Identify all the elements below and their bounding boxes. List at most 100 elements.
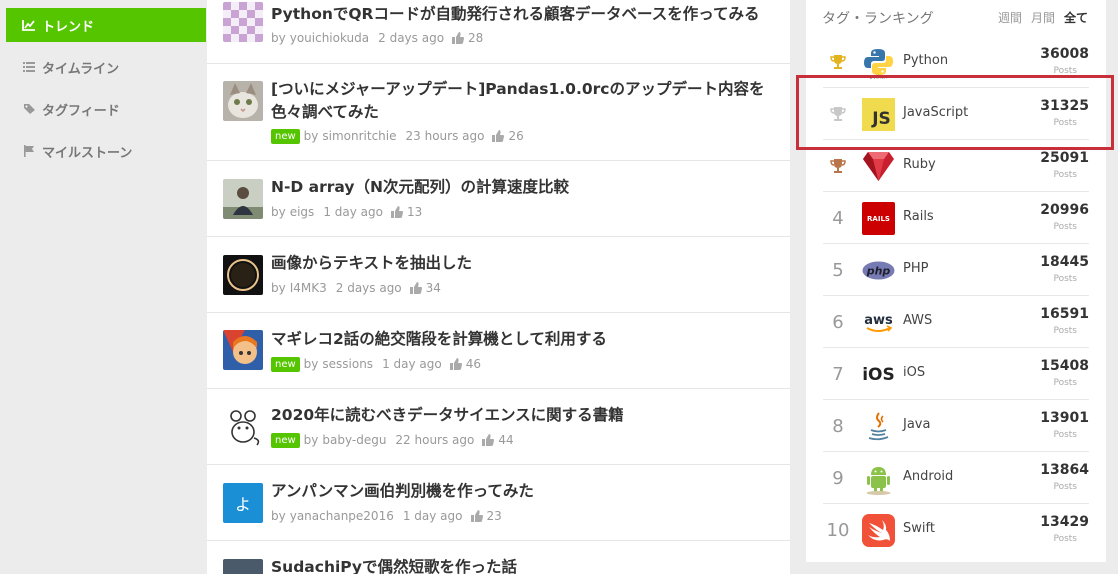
ranking-row[interactable]: 8 Java 13901 Posts xyxy=(823,400,1089,452)
swift-logo xyxy=(862,514,895,547)
aws-logo: aws xyxy=(862,306,895,339)
by-label: by xyxy=(271,205,286,219)
article-item[interactable]: よ アンパンマン画伯判別機を作ってみた by yanachanpe2016 1 … xyxy=(207,465,790,541)
nav-item-label: タイムライン xyxy=(42,61,120,77)
javascript-logo: JS xyxy=(862,98,895,131)
post-count: 25091 xyxy=(1040,150,1089,166)
rank-position: 8 xyxy=(832,415,844,437)
article-title[interactable]: PythonでQRコードが自動発行される顧客データベースを作ってみる xyxy=(271,3,771,26)
period-monthly[interactable]: 月間 xyxy=(1031,9,1055,26)
article-meta: new by sessions 1 day ago 46 xyxy=(271,356,481,372)
author-link[interactable]: I4MK3 xyxy=(290,281,327,295)
like-count: 34 xyxy=(425,281,441,295)
ranking-row[interactable]: JS JavaScript 31325 Posts xyxy=(823,88,1089,140)
post-unit: Posts xyxy=(1053,430,1077,440)
like-count: 46 xyxy=(465,357,481,371)
tag-name[interactable]: Ruby xyxy=(903,157,936,172)
nav-item-trend[interactable]: トレンド xyxy=(6,8,206,42)
thumbs-up-icon xyxy=(390,206,403,218)
author-link[interactable]: eigs xyxy=(290,205,315,219)
tag-name[interactable]: Android xyxy=(903,469,953,484)
tag-name[interactable]: Python xyxy=(903,53,948,68)
nav-item-tagfeed[interactable]: タグフィード xyxy=(6,92,206,126)
article-item[interactable]: SudachiPyで偶然短歌を作った話 xyxy=(207,541,790,574)
ranking-row[interactable]: 4 RAILS Rails 20996 Posts xyxy=(823,192,1089,244)
article-item[interactable]: 2020年に読むべきデータサイエンスに関する書籍 new by baby-deg… xyxy=(207,389,790,465)
by-label: by xyxy=(303,433,319,447)
thumbs-up-icon xyxy=(492,130,505,142)
author-avatar[interactable]: よ xyxy=(223,483,263,523)
tag-name[interactable]: Java xyxy=(903,417,930,432)
period-weekly[interactable]: 週間 xyxy=(998,9,1022,26)
ranking-row[interactable]: 9 Android 13864 Posts xyxy=(823,452,1089,504)
ranking-row[interactable]: Ruby 25091 Posts xyxy=(823,140,1089,192)
tag-name[interactable]: iOS xyxy=(903,365,925,380)
rank-position: 4 xyxy=(832,207,844,229)
post-unit: Posts xyxy=(1053,222,1077,232)
post-unit: Posts xyxy=(1053,482,1077,492)
author-link[interactable]: simonritchie xyxy=(322,129,396,143)
author-link[interactable]: sessions xyxy=(322,357,373,371)
ranking-row[interactable]: 5 php PHP 18445 Posts xyxy=(823,244,1089,296)
author-avatar[interactable] xyxy=(223,2,263,42)
post-count: 13901 xyxy=(1040,410,1089,426)
author-avatar[interactable] xyxy=(223,81,263,121)
article-title[interactable]: 2020年に読むべきデータサイエンスに関する書籍 xyxy=(271,404,771,427)
tag-name[interactable]: AWS xyxy=(903,313,932,328)
tag-name[interactable]: Swift xyxy=(903,521,935,536)
java-logo xyxy=(862,410,895,443)
ranking-row[interactable]: 7 iOS iOS 15408 Posts xyxy=(823,348,1089,400)
rails-logo: RAILS xyxy=(862,202,895,235)
ranking-row[interactable]: python Python 36008 Posts xyxy=(823,36,1089,88)
article-title[interactable]: [ついにメジャーアップデート]Pandas1.0.0rcのアップデート内容を色々… xyxy=(271,78,771,124)
article-feed: PythonでQRコードが自動発行される顧客データベースを作ってみる by yo… xyxy=(207,0,790,574)
nav-item-milestone[interactable]: マイルストーン xyxy=(6,134,206,168)
article-title[interactable]: N-D array（N次元配列）の計算速度比較 xyxy=(271,176,771,199)
author-link[interactable]: yanachanpe2016 xyxy=(290,509,394,523)
author-avatar[interactable] xyxy=(223,255,263,295)
tag-name[interactable]: PHP xyxy=(903,261,928,276)
thumbs-up-icon xyxy=(470,510,483,522)
article-item[interactable]: N-D array（N次元配列）の計算速度比較 by eigs 1 day ag… xyxy=(207,161,790,237)
like-count: 44 xyxy=(498,433,514,447)
post-date: 2 days ago xyxy=(378,31,445,45)
article-title[interactable]: 画像からテキストを抽出した xyxy=(271,252,771,275)
author-link[interactable]: baby-degu xyxy=(322,433,386,447)
post-date: 1 day ago xyxy=(402,509,463,523)
article-item[interactable]: PythonでQRコードが自動発行される顧客データベースを作ってみる by yo… xyxy=(207,0,790,64)
nav-item-timeline[interactable]: タイムライン xyxy=(6,50,206,84)
ranking-row[interactable]: 10 Swift 13429 Posts xyxy=(823,504,1089,556)
flag-icon xyxy=(22,144,36,158)
post-unit: Posts xyxy=(1053,534,1077,544)
article-item[interactable]: [ついにメジャーアップデート]Pandas1.0.0rcのアップデート内容を色々… xyxy=(207,64,790,161)
rank-position: 9 xyxy=(832,467,844,489)
new-badge: new xyxy=(271,356,300,372)
article-title[interactable]: アンパンマン画伯判別機を作ってみた xyxy=(271,480,771,503)
thumbs-up-icon xyxy=(409,282,422,294)
rank-position xyxy=(823,36,853,88)
author-avatar[interactable] xyxy=(223,330,263,370)
period-all[interactable]: 全て xyxy=(1064,9,1088,26)
article-meta: new by simonritchie 23 hours ago 26 xyxy=(271,128,524,144)
author-link[interactable]: youichiokuda xyxy=(290,31,369,45)
author-avatar[interactable] xyxy=(223,406,263,446)
silver-trophy-icon xyxy=(830,107,846,121)
article-title[interactable]: マギレコ2話の絶交階段を計算機として利用する xyxy=(271,328,771,351)
tag-name[interactable]: JavaScript xyxy=(903,105,968,120)
tag-name[interactable]: Rails xyxy=(903,209,934,224)
article-title[interactable]: SudachiPyで偶然短歌を作った話 xyxy=(271,556,771,574)
rank-position: 10 xyxy=(826,519,850,541)
python-logo-text: python xyxy=(870,75,888,80)
article-item[interactable]: マギレコ2話の絶交階段を計算機として利用する new by sessions 1… xyxy=(207,313,790,389)
ranking-row[interactable]: 6 aws AWS 16591 Posts xyxy=(823,296,1089,348)
author-avatar[interactable] xyxy=(223,559,263,574)
list-icon xyxy=(22,60,36,74)
side-nav: トレンド タイムライン タグフィード マイルストーン xyxy=(6,8,206,176)
period-selector: 週間 月間 全て xyxy=(998,9,1088,26)
post-unit: Posts xyxy=(1053,378,1077,388)
author-avatar[interactable] xyxy=(223,179,263,219)
by-label: by xyxy=(303,129,319,143)
aws-logo-text: aws xyxy=(864,313,893,328)
like-count: 28 xyxy=(468,31,484,45)
article-item[interactable]: 画像からテキストを抽出した by I4MK3 2 days ago 34 xyxy=(207,237,790,313)
